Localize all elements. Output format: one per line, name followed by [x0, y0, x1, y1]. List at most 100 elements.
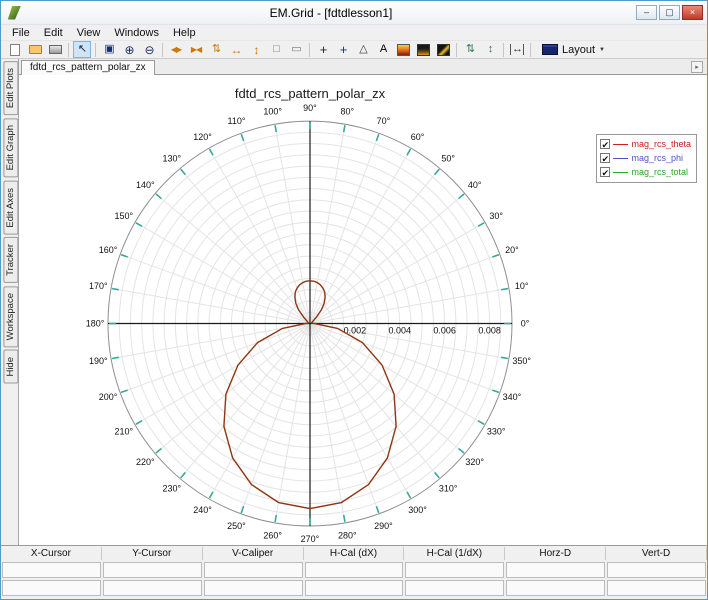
colormap-dark-button[interactable]: [414, 41, 432, 58]
close-button[interactable]: ×: [682, 5, 703, 20]
open-file-icon: [28, 45, 42, 54]
toolbar-separator: [162, 42, 163, 57]
toolbar-separator: [456, 42, 457, 57]
minimize-button[interactable]: –: [636, 5, 657, 20]
status-cell-h-cal-1-dx-: [405, 562, 505, 578]
zoom-in-icon: ⊕: [124, 42, 134, 57]
new-file-button[interactable]: [6, 41, 24, 58]
dashed-box-button[interactable]: ▭: [287, 41, 305, 58]
print-button[interactable]: [46, 41, 64, 58]
menu-windows[interactable]: Windows: [107, 27, 166, 39]
menu-file[interactable]: File: [5, 27, 37, 39]
status-cell-horz-d: [506, 580, 606, 596]
colormap-hot-button[interactable]: [394, 41, 412, 58]
h-measure-icon: ↔: [510, 43, 524, 55]
box-select-button[interactable]: □: [267, 41, 285, 58]
text-tool-button[interactable]: A: [374, 41, 392, 58]
legend-line-sample: [613, 143, 629, 145]
caliper-button[interactable]: △: [354, 41, 372, 58]
title-bar[interactable]: EM.Grid - [fdtdlesson1] – ▢ ×: [1, 1, 707, 25]
crosshair-icon: +: [319, 42, 328, 57]
sidebar-tab-edit-plots[interactable]: Edit Plots: [2, 61, 18, 116]
menu-edit[interactable]: Edit: [37, 27, 70, 39]
sidebar-tab-edit-graph[interactable]: Edit Graph: [2, 118, 18, 178]
expand-vertical-button[interactable]: ↕: [247, 41, 265, 58]
angle-label: 330°: [487, 426, 506, 436]
legend-box: ✔ mag_rcs_theta ✔ mag_rcs_phi ✔ mag_rcs_total: [596, 134, 697, 183]
angle-label: 130°: [162, 153, 181, 163]
status-label-vert-d: Vert-D: [606, 547, 707, 560]
legend-line-sample: [613, 171, 629, 173]
fit-height-button[interactable]: ⇅: [207, 41, 225, 58]
angle-label: 40°: [468, 180, 482, 190]
toolbar-separator: [503, 42, 504, 57]
angle-label: 110°: [228, 116, 246, 126]
legend-checkbox[interactable]: ✔: [600, 153, 611, 164]
add-cursor-button[interactable]: +: [334, 41, 352, 58]
legend-item-mag-rcs-phi[interactable]: ✔ mag_rcs_phi: [600, 151, 691, 165]
fit-height-icon: ⇅: [211, 43, 221, 55]
colormap-contour-button[interactable]: [434, 41, 452, 58]
legend-checkbox[interactable]: ✔: [600, 167, 611, 178]
angle-label: 150°: [114, 211, 133, 221]
menu-view[interactable]: View: [70, 27, 108, 39]
angle-label: 240°: [193, 505, 212, 515]
angle-label: 280°: [338, 531, 357, 541]
zoom-window-button[interactable]: ▣: [100, 41, 118, 58]
legend-item-mag-rcs-total[interactable]: ✔ mag_rcs_total: [600, 165, 691, 179]
select-cursor-icon: ↖: [77, 43, 87, 55]
angle-label: 250°: [227, 521, 246, 531]
shift-up-down-button[interactable]: ⇅: [461, 41, 479, 58]
open-file-button[interactable]: [26, 41, 44, 58]
tab-strip-button[interactable]: ▸: [691, 61, 703, 73]
select-cursor-button[interactable]: ↖: [73, 41, 91, 58]
document-tab[interactable]: fdtd_rcs_pattern_polar_zx: [21, 60, 155, 75]
print-icon: [48, 45, 62, 54]
angle-label: 70°: [377, 116, 391, 126]
plot-area[interactable]: 0° 10° 20° 30° 40° 50° 60° 70° 80° 90° 100° 110° 120…: [19, 75, 707, 545]
sidebar: Edit Plots Edit Graph Edit Axes Tracker Work…: [1, 59, 18, 545]
status-value-row-2: [1, 580, 707, 596]
status-cell-h-cal-1-dx-: [405, 580, 505, 596]
shrink-width-button[interactable]: ▶◀: [187, 41, 205, 58]
plot-title: fdtd_rcs_pattern_polar_zx: [234, 86, 386, 101]
sidebar-tab-edit-axes[interactable]: Edit Axes: [2, 180, 18, 235]
toolbar-separator: [68, 42, 69, 57]
expand-horizontal-button[interactable]: ↔: [227, 41, 245, 58]
angle-label: 210°: [114, 426, 133, 436]
sidebar-tab-hide[interactable]: Hide: [2, 350, 18, 384]
fit-width-button[interactable]: ◀▶: [167, 41, 185, 58]
toolbar-separator: [309, 42, 310, 57]
legend-checkbox[interactable]: ✔: [600, 139, 611, 150]
zoom-out-button[interactable]: ⊖: [140, 41, 158, 58]
content-panel: fdtd_rcs_pattern_polar_zx ▸ 0° 10° 20° 30° 4…: [18, 59, 707, 545]
expand-horizontal-icon: ↔: [230, 42, 243, 57]
shift-up-down-icon: ⇅: [465, 43, 475, 55]
angle-label: 310°: [439, 484, 458, 494]
sidebar-tab-workspace[interactable]: Workspace: [2, 286, 18, 348]
status-cell-v-caliper: [203, 580, 303, 596]
layout-button[interactable]: Layout ▼: [536, 41, 611, 58]
window-controls: – ▢ ×: [636, 5, 703, 20]
radius-label: 0.004: [389, 326, 412, 336]
stretch-vertical-button[interactable]: ↕: [481, 41, 499, 58]
angle-label: 300°: [408, 505, 427, 515]
status-cell-y-cursor: [102, 580, 202, 596]
legend-label: mag_rcs_theta: [631, 139, 691, 149]
angle-label: 290°: [374, 521, 393, 531]
main-body: Edit Plots Edit Graph Edit Axes Tracker Work…: [1, 59, 707, 545]
status-cell-horz-d: [506, 562, 606, 578]
maximize-button[interactable]: ▢: [659, 5, 680, 20]
zoom-in-button[interactable]: ⊕: [120, 41, 138, 58]
legend-item-mag-rcs-theta[interactable]: ✔ mag_rcs_theta: [600, 137, 691, 151]
colormap-contour-icon: [436, 43, 450, 56]
app-logo-icon: [7, 5, 21, 20]
sidebar-tab-tracker[interactable]: Tracker: [2, 237, 18, 284]
menu-help[interactable]: Help: [166, 27, 203, 39]
status-cell-x-cursor: [2, 562, 101, 578]
document-tab-strip: fdtd_rcs_pattern_polar_zx ▸: [19, 59, 707, 75]
radius-label: 0.006: [433, 326, 456, 336]
crosshair-button[interactable]: +: [314, 41, 332, 58]
chevron-down-icon: ▼: [599, 46, 605, 53]
h-measure-button[interactable]: ↔: [508, 41, 526, 58]
